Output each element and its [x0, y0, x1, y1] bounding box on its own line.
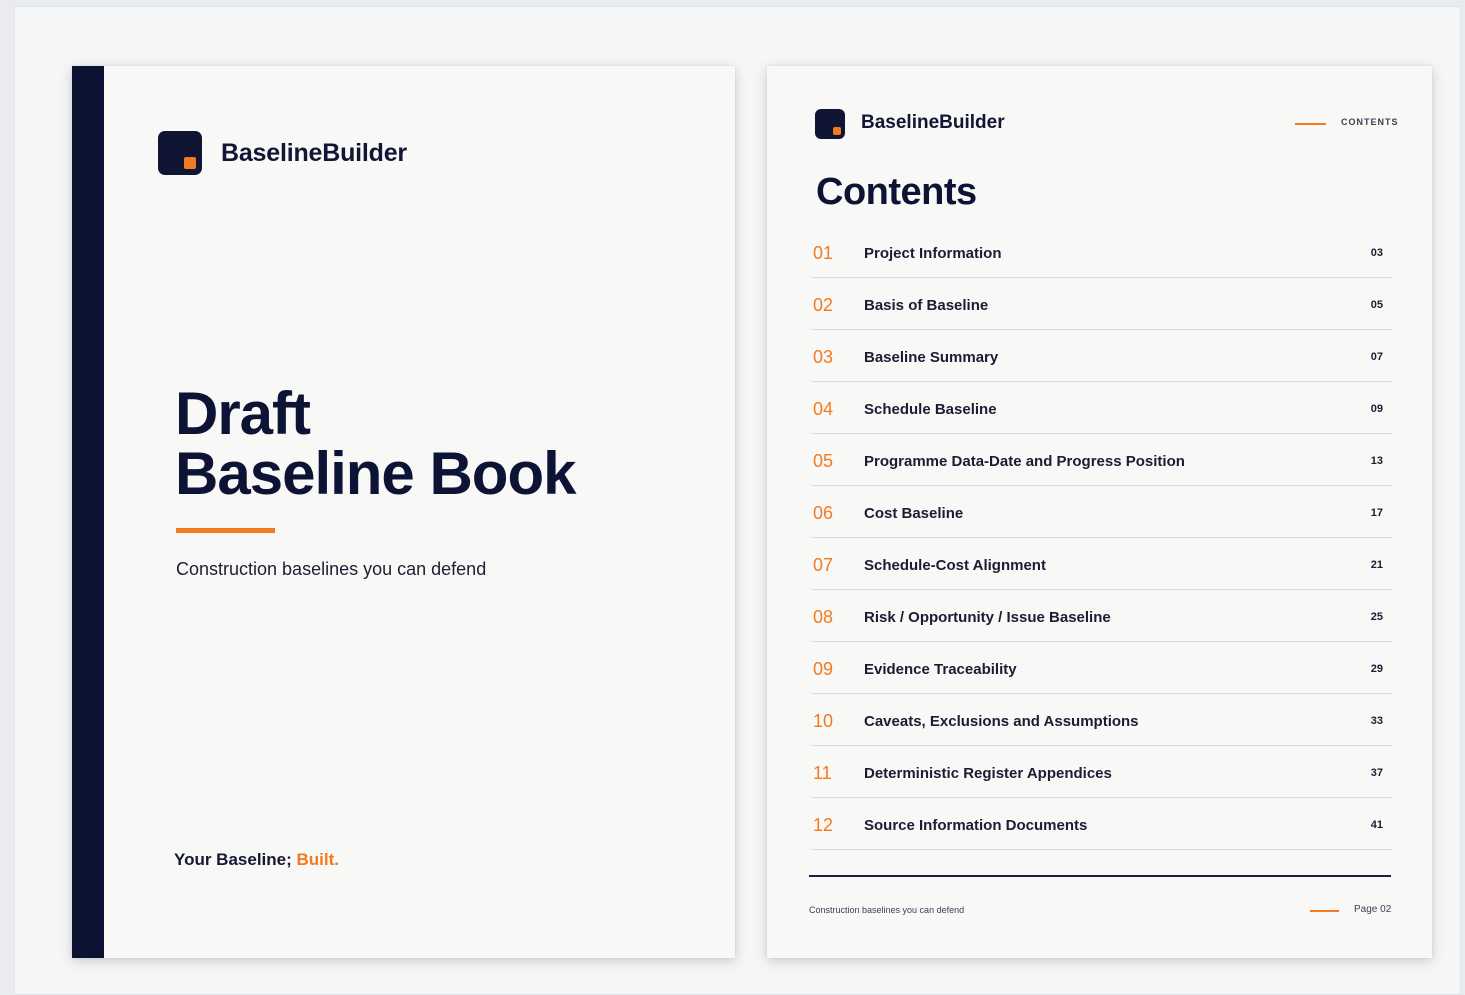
footer-accent-line: [1310, 910, 1339, 912]
cover-spine: [72, 66, 104, 958]
toc-entry-label: Project Information: [864, 245, 1002, 262]
toc-entry-label: Source Information Documents: [864, 817, 1088, 834]
toc-entry-number: 09: [813, 659, 834, 679]
table-of-contents: 01 Project Information 03 02 Basis of Baseli…: [811, 226, 1393, 850]
brand-name: BaselineBuilder: [861, 112, 1005, 133]
toc-entry-number: 02: [813, 295, 834, 315]
toc-entry-page: 07: [1370, 351, 1383, 363]
toc-entry-page: 41: [1370, 819, 1383, 831]
toc-entry-page: 21: [1370, 559, 1383, 571]
toc-entry-page: 03: [1370, 247, 1383, 259]
toc-entry[interactable]: 08 Risk / Opportunity / Issue Baseline 25: [811, 590, 1393, 642]
brand-logo-icon: [158, 131, 202, 175]
toc-entry[interactable]: 05 Programme Data-Date and Progress Posit…: [811, 434, 1393, 486]
slogan-highlight: Built.: [296, 850, 340, 869]
toc-entry-page: 05: [1370, 299, 1383, 311]
toc-entry[interactable]: 12 Source Information Documents 41: [811, 798, 1393, 850]
slogan-main: Your Baseline;: [174, 850, 297, 869]
toc-entry-number: 08: [813, 607, 834, 627]
accent-divider: [176, 528, 275, 533]
toc-entry[interactable]: 07 Schedule-Cost Alignment 21: [811, 538, 1393, 590]
toc-entry-label: Deterministic Register Appendices: [864, 765, 1112, 782]
toc-entry-page: 09: [1370, 403, 1383, 415]
toc-entry-label: Risk / Opportunity / Issue Baseline: [864, 609, 1111, 626]
toc-entry-number: 01: [813, 243, 834, 263]
toc-entry-label: Caveats, Exclusions and Assumptions: [864, 713, 1139, 730]
cover-title: Draft Baseline Book: [175, 380, 576, 507]
cover-tagline: Construction baselines you can defend: [176, 559, 487, 579]
cover-page: BaselineBuilder Draft Baseline Book Cons…: [72, 66, 735, 958]
toc-entry-number: 07: [813, 555, 834, 575]
toc-entry-number: 06: [813, 503, 834, 523]
toc-entry[interactable]: 09 Evidence Traceability 29: [811, 642, 1393, 694]
toc-entry-label: Cost Baseline: [864, 505, 964, 522]
cover-slogan: Your Baseline; Built.: [174, 850, 339, 870]
toc-entry-label: Programme Data-Date and Progress Positio…: [864, 453, 1185, 470]
toc-entry-number: 05: [813, 451, 834, 471]
toc-entry-page: 13: [1370, 455, 1383, 467]
toc-entry-label: Baseline Summary: [864, 349, 999, 366]
toc-entry[interactable]: 03 Baseline Summary 07: [811, 330, 1393, 382]
toc-entry-page: 25: [1370, 611, 1383, 623]
brand-name: BaselineBuilder: [221, 139, 407, 167]
toc-entry-number: 11: [813, 763, 832, 783]
cover-title-line2: Baseline Book: [175, 440, 576, 507]
toc-entry-number: 04: [813, 399, 834, 419]
toc-entry-number: 10: [813, 711, 834, 731]
toc-entry-page: 17: [1370, 507, 1383, 519]
toc-entry[interactable]: 06 Cost Baseline 17: [811, 486, 1393, 538]
header-accent-line: [1295, 123, 1326, 125]
toc-entry-number: 03: [813, 347, 834, 367]
toc-entry-page: 37: [1370, 767, 1383, 779]
toc-entry-number: 12: [813, 815, 834, 835]
contents-page: BaselineBuilder CONTENTS Contents 01 Proj…: [767, 66, 1432, 958]
toc-entry-label: Evidence Traceability: [864, 661, 1017, 678]
toc-entry[interactable]: 02 Basis of Baseline 05: [811, 278, 1393, 330]
footer-rule: [809, 875, 1391, 877]
toc-entry-page: 29: [1370, 663, 1383, 675]
header-section-label: CONTENTS: [1341, 117, 1399, 127]
footer-page-number: Page 02: [1354, 904, 1392, 915]
contents-heading: Contents: [816, 171, 977, 213]
toc-entry-page: 33: [1370, 715, 1383, 727]
footer-tagline: Construction baselines you can defend: [809, 905, 965, 915]
cover-title-line1: Draft: [175, 380, 311, 447]
document-canvas: BaselineBuilder Draft Baseline Book Cons…: [14, 6, 1461, 995]
toc-entry[interactable]: 01 Project Information 03: [811, 226, 1393, 278]
brand-logo-icon: [815, 109, 845, 139]
toc-entry[interactable]: 11 Deterministic Register Appendices 37: [811, 746, 1393, 798]
toc-entry-label: Schedule-Cost Alignment: [864, 557, 1046, 574]
toc-entry[interactable]: 04 Schedule Baseline 09: [811, 382, 1393, 434]
toc-entry-label: Schedule Baseline: [864, 401, 997, 418]
toc-entry[interactable]: 10 Caveats, Exclusions and Assumptions 33: [811, 694, 1393, 746]
toc-entry-label: Basis of Baseline: [864, 297, 989, 314]
